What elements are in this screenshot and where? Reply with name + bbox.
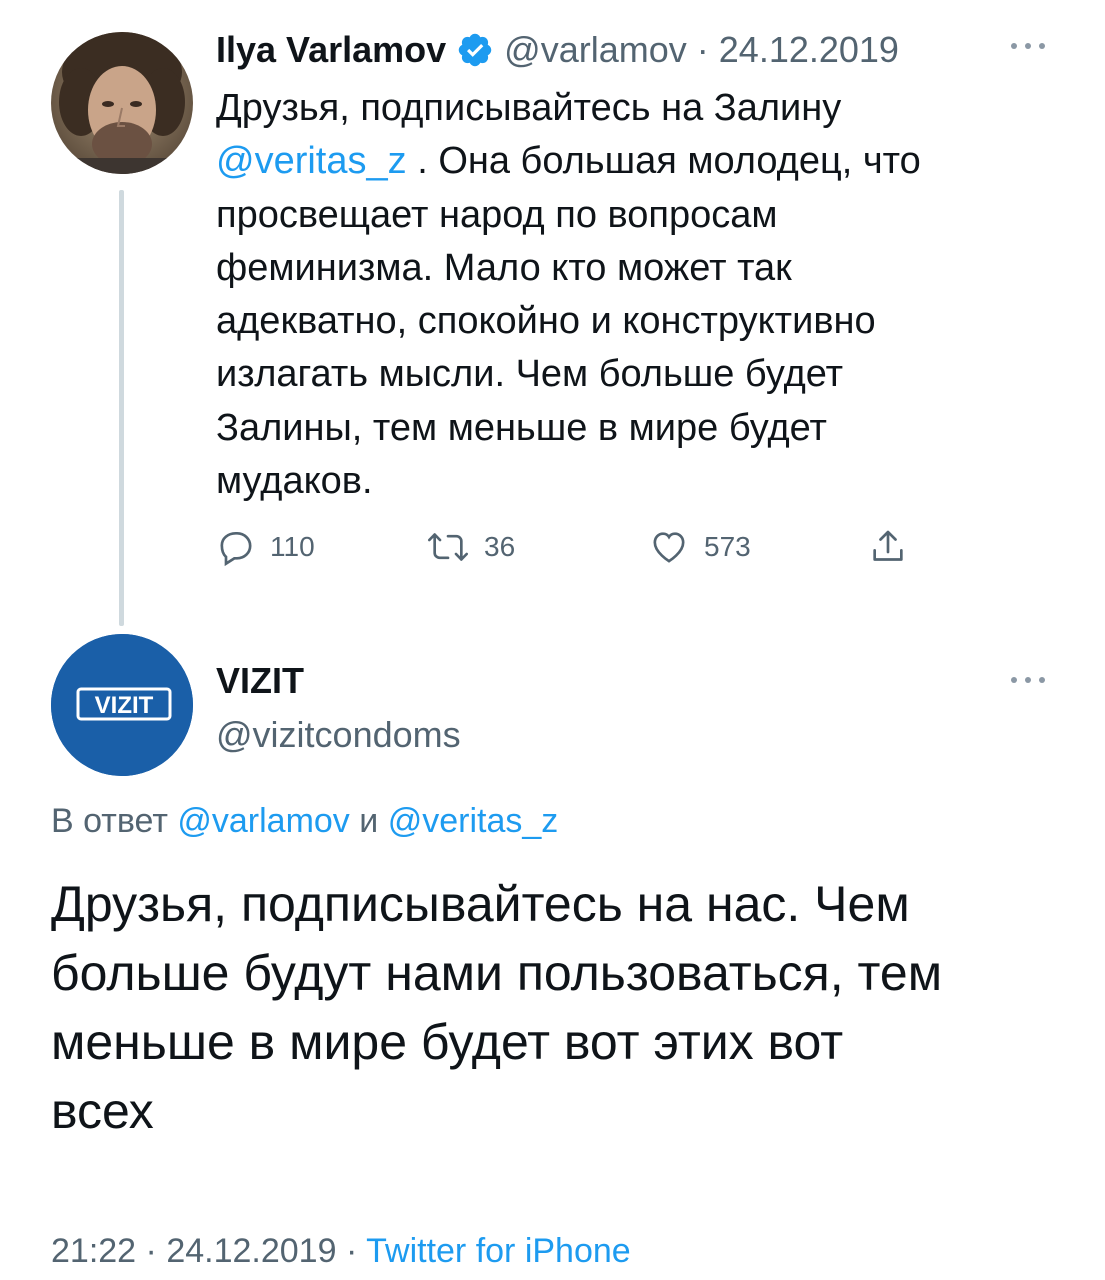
like-count: 573 [704,531,751,562]
share-button[interactable] [868,520,908,574]
tweet-line: мудаков. [216,460,373,503]
replying-prefix: В ответ [51,802,168,840]
avatar-photo [51,32,193,174]
mention-link-varlamov[interactable]: @varlamov [177,802,349,840]
reply-count: 110 [270,531,315,562]
parent-date[interactable]: 24.12.2019 [719,29,899,70]
tweet-line: излагать мысли. Чем больше будет [216,353,844,396]
retweet-button[interactable]: 36 [426,520,515,574]
parent-tweet-text: Друзья, подписывайтесь на Залину @verita… [216,82,996,508]
timestamp-separator: · [345,1232,358,1270]
tweet-line: феминизма. Мало кто может так [216,246,792,289]
vizit-logo: VIZIT [51,634,193,776]
tweet-line: Друзья, подписывайтесь на нас. Чем [51,876,910,932]
tweet-line: @veritas_z . Она большая молодец, что [216,135,996,188]
tweet-line: просвещает народ по вопросам [216,193,778,236]
avatar-vizit[interactable]: VIZIT [51,634,193,776]
tweet-line: адекватно, спокойно и конструктивно [216,300,876,343]
tweet-time[interactable]: 21:22 [51,1232,136,1270]
avatar-ilya-varlamov[interactable] [51,32,193,174]
reply-display-name[interactable]: VIZIT [216,660,304,702]
tweet-line: меньше в мире будет вот этих вот [51,1014,844,1070]
tweet-source-link[interactable]: Twitter for iPhone [366,1232,631,1270]
verified-badge-icon [458,33,492,67]
reply-handle[interactable]: @vizitcondoms [216,714,461,756]
parent-display-name[interactable]: Ilya Varlamov [216,29,446,71]
retweet-icon [428,533,468,561]
mention-link-veritas[interactable]: @veritas_z [216,140,407,182]
heart-icon [653,532,685,563]
reply-tweet-text: Друзья, подписывайтесь на нас. Чем больш… [51,870,1061,1146]
retweet-count: 36 [484,531,516,562]
tweet-line-text: . Она большая молодец, что [417,140,921,183]
parent-handle[interactable]: @varlamov [504,29,687,70]
parent-tweet-actions: 110 36 573 [216,520,916,574]
vizit-logo-text: VIZIT [95,692,154,719]
reply-icon [220,532,252,567]
tweet-line: всех [51,1083,154,1139]
tweet-line: больше будут нами пользоваться, тем [51,945,943,1001]
more-options-icon[interactable] [1005,670,1051,690]
tweet-line: Друзья, подписывайтесь на Залину [216,87,842,129]
parent-tweet-header: Ilya Varlamov @varlamov · 24.12.2019 [216,28,899,72]
tweet-timestamp: 21:22 · 24.12.2019 · Twitter for iPhone [51,1232,631,1271]
tweet-date[interactable]: 24.12.2019 [166,1232,336,1270]
mention-link-veritas[interactable]: @veritas_z [388,802,559,840]
replying-conjunction: и [359,802,379,840]
reply-button[interactable]: 110 [216,520,315,574]
tweet-line: Залины, тем меньше в мире будет [216,406,827,449]
more-options-icon[interactable] [1005,36,1051,56]
share-icon [873,530,903,561]
header-separator: · [696,29,709,70]
like-button[interactable]: 573 [648,520,751,574]
replying-to-line: В ответ @varlamov и @veritas_z [51,802,558,841]
timestamp-separator: · [145,1232,157,1270]
thread-connector-line [119,190,124,626]
